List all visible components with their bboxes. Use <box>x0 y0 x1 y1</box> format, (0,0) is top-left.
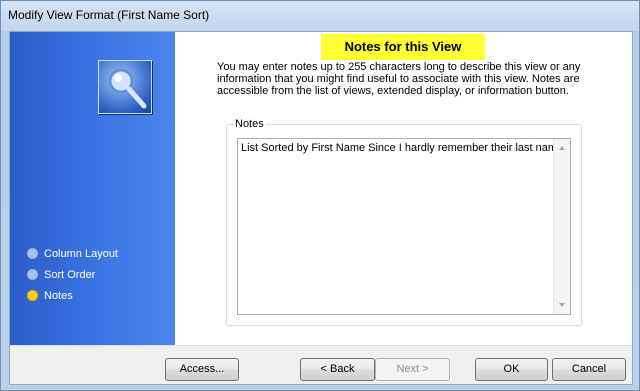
sidebar-item-notes[interactable]: Notes <box>27 285 118 306</box>
title-bar[interactable]: Modify View Format (First Name Sort) <box>1 1 639 31</box>
page-description: You may enter notes up to 255 characters… <box>217 61 581 97</box>
page-heading: Notes for this View <box>321 34 485 60</box>
notes-group-label: Notes <box>233 118 266 130</box>
active-step-dot-icon <box>27 290 38 301</box>
next-button[interactable]: Next > <box>375 358 450 381</box>
notes-textarea[interactable]: List Sorted by First Name Since I hardly… <box>237 138 571 315</box>
sidebar-item-column-layout[interactable]: Column Layout <box>27 243 118 264</box>
sidebar-item-label: Sort Order <box>44 268 96 281</box>
dialog-client: Column Layout Sort Order Notes Notes for… <box>9 31 633 385</box>
button-bar: Access... < Back Next > OK Cancel <box>10 345 632 384</box>
window-title: Modify View Format (First Name Sort) <box>8 8 210 22</box>
sidebar-item-label: Column Layout <box>44 247 118 260</box>
notes-text-value: List Sorted by First Name Since I hardly… <box>241 142 553 154</box>
back-button[interactable]: < Back <box>300 358 375 381</box>
wizard-content: Notes for this View You may enter notes … <box>175 32 632 345</box>
step-dot-icon <box>27 248 38 259</box>
wizard-sidebar: Column Layout Sort Order Notes <box>10 32 175 345</box>
scroll-down-arrow-icon[interactable] <box>559 303 565 307</box>
cancel-button[interactable]: Cancel <box>552 358 626 381</box>
sidebar-item-label: Notes <box>44 289 73 302</box>
notes-scrollbar[interactable] <box>553 139 570 314</box>
magnifier-logo-icon <box>98 60 152 114</box>
notes-groupbox: Notes List Sorted by First Name Since I … <box>226 118 582 326</box>
dialog-window: Modify View Format (First Name Sort) Col… <box>0 0 640 391</box>
wizard-steps: Column Layout Sort Order Notes <box>27 243 118 306</box>
ok-button[interactable]: OK <box>475 358 548 381</box>
step-dot-icon <box>27 269 38 280</box>
access-button[interactable]: Access... <box>165 358 239 381</box>
sidebar-item-sort-order[interactable]: Sort Order <box>27 264 118 285</box>
scroll-up-arrow-icon[interactable] <box>559 146 565 150</box>
